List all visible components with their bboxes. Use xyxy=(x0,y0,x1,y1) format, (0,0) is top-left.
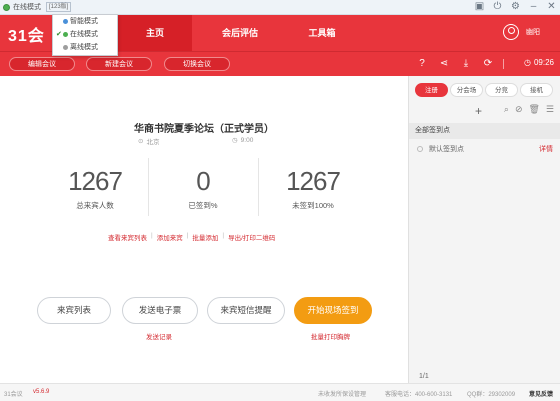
minimize-icon[interactable]: – xyxy=(528,1,539,12)
online-dot-icon xyxy=(63,32,68,37)
footer-qq-group: QQ群：29302009 xyxy=(467,392,516,398)
power-icon[interactable]: ⏻ xyxy=(492,1,503,12)
tab-register[interactable]: 注册 xyxy=(415,83,448,97)
footer-version: v5.6.9 xyxy=(33,389,50,395)
stat-total-label: 总来宾人数 xyxy=(76,201,114,210)
offline-dot-icon xyxy=(63,45,68,50)
mode-option-offline[interactable]: 离线模式 xyxy=(53,41,117,54)
list-icon[interactable]: ☰ xyxy=(546,104,554,115)
add-guest-link[interactable]: 添加来宾 xyxy=(157,232,183,242)
download-icon[interactable]: ⤓ xyxy=(460,58,472,70)
gear-icon[interactable]: ⚙ xyxy=(510,1,521,12)
footer-app-name: 31会议 xyxy=(4,392,23,398)
share-icon[interactable]: ⋖ xyxy=(438,58,450,70)
mode-dropdown: 智能模式 ✔ 在线模式 离线模式 xyxy=(52,14,118,56)
meeting-location: ⊙ 北京 xyxy=(138,136,159,146)
edit-meeting-button[interactable]: 编辑会议 xyxy=(9,57,75,71)
detail-link[interactable]: 详情 xyxy=(539,143,553,157)
send-record-link[interactable]: 发送记录 xyxy=(146,331,172,341)
start-checkin-button[interactable]: 开始现场签到 xyxy=(294,297,372,324)
list-item[interactable]: 默认签到点 详情 xyxy=(409,143,560,157)
footer-hotline: 客服电话：400-600-3131 xyxy=(385,392,453,398)
stat-total-value: 1267 xyxy=(68,166,123,196)
location-pin-icon: ⊙ xyxy=(138,138,144,145)
new-meeting-button[interactable]: 新建会议 xyxy=(86,57,152,71)
trash-icon[interactable]: 🗑 xyxy=(528,104,539,115)
batch-print-badge-link[interactable]: 批量打印胸牌 xyxy=(311,331,350,341)
title-bar: 在线模式 [123版] ▣ ⏻ ⚙ – ✕ xyxy=(0,0,560,15)
meeting-title: 华商书院夏季论坛（正式学员） xyxy=(134,124,274,135)
stat-checked-label: 已签到% xyxy=(188,201,218,210)
nav-toolbox[interactable]: 工具箱 xyxy=(287,15,357,51)
radio-icon xyxy=(417,146,423,152)
sms-reminder-button[interactable]: 来宾短信提醒 xyxy=(207,297,285,324)
mode-option-label: 在线模式 xyxy=(70,31,98,38)
time-text: 9:00 xyxy=(240,136,254,144)
tab-split[interactable]: 分竞 xyxy=(485,83,518,97)
mode-option-smart[interactable]: 智能模式 xyxy=(53,15,117,28)
mode-status-label: 在线模式 xyxy=(13,4,41,11)
pager: 1/1 xyxy=(419,373,429,380)
check-icon: ✔ xyxy=(56,31,62,38)
clock-time: 09:26 xyxy=(533,58,554,67)
export-qrcode-link[interactable]: 导出/打印二维码 xyxy=(228,232,275,242)
help-icon[interactable]: ? xyxy=(416,58,428,70)
nav-evaluation[interactable]: 会后评估 xyxy=(205,15,275,51)
stat-unchecked-value: 1267 xyxy=(286,166,341,196)
toolbar-divider xyxy=(503,59,504,69)
tab-branch-venue[interactable]: 分会场 xyxy=(450,83,483,97)
online-dot-icon xyxy=(3,3,10,11)
add-icon[interactable]: + xyxy=(475,104,482,118)
guest-links: 查看来宾列表 | 添加来宾 | 批量添加 | 导出/打印二维码 xyxy=(108,232,276,242)
meeting-time: ◷ 9:00 xyxy=(232,136,254,145)
main-panel: 华商书院夏季论坛（正式学员） ⊙ 北京 ◷ 9:00 1267 总来宾人数 0 … xyxy=(0,76,408,383)
mode-status[interactable]: 在线模式 xyxy=(3,2,41,12)
side-tabs: 注册 分会场 分竞 接机 xyxy=(415,83,555,97)
version-box[interactable]: [123版] xyxy=(46,2,72,12)
footer: 31会议 v5.6.9 未收发所保设管理 客服电话：400-600-3131 Q… xyxy=(0,383,560,401)
mode-option-label: 智能模式 xyxy=(70,18,98,25)
app-logo: 31会 xyxy=(8,28,45,45)
stat-unchecked-label: 未签到100% xyxy=(292,201,334,210)
disable-icon[interactable]: ⊘ xyxy=(515,104,523,115)
footer-link[interactable]: 未收发所保设管理 xyxy=(318,389,366,398)
user-name: 幽阳 xyxy=(526,29,540,36)
clock: ◷ 09:26 xyxy=(524,58,554,67)
avatar xyxy=(503,24,519,40)
smart-dot-icon xyxy=(63,19,68,24)
feedback-link[interactable]: 意见反馈 xyxy=(529,389,553,398)
batch-add-link[interactable]: 批量添加 xyxy=(192,232,218,242)
search-icon[interactable]: ⌕ xyxy=(504,104,509,115)
screen-icon[interactable]: ▣ xyxy=(474,1,485,12)
tab-pickup[interactable]: 接机 xyxy=(520,83,553,97)
clock-icon: ◷ xyxy=(232,137,238,144)
checkin-point-label: 默认签到点 xyxy=(428,146,464,153)
side-tools: + ⌕ ⊘ 🗑 ☰ xyxy=(475,104,554,118)
clock-icon: ◷ xyxy=(523,58,531,67)
checkin-points-header: 全部签到点 xyxy=(409,123,560,139)
location-text: 北京 xyxy=(146,139,160,146)
user-menu[interactable]: 幽阳 xyxy=(503,24,540,40)
mode-option-label: 离线模式 xyxy=(70,44,98,51)
nav-home[interactable]: 主页 xyxy=(118,15,192,51)
window-controls: ▣ ⏻ ⚙ – ✕ xyxy=(474,1,557,12)
refresh-icon[interactable]: ⟳ xyxy=(482,58,494,70)
close-icon[interactable]: ✕ xyxy=(546,1,557,12)
view-guest-list-link[interactable]: 查看来宾列表 xyxy=(108,232,147,242)
switch-meeting-button[interactable]: 切换会议 xyxy=(164,57,230,71)
stat-checked-value: 0 xyxy=(196,166,210,196)
side-panel: 注册 分会场 分竞 接机 + ⌕ ⊘ 🗑 ☰ 全部签到点 默认签到点 详情 1/… xyxy=(408,76,560,383)
send-eticket-button[interactable]: 发送电子票 xyxy=(122,297,198,324)
mode-option-online[interactable]: ✔ 在线模式 xyxy=(53,28,117,41)
guest-list-button[interactable]: 来宾列表 xyxy=(37,297,111,324)
